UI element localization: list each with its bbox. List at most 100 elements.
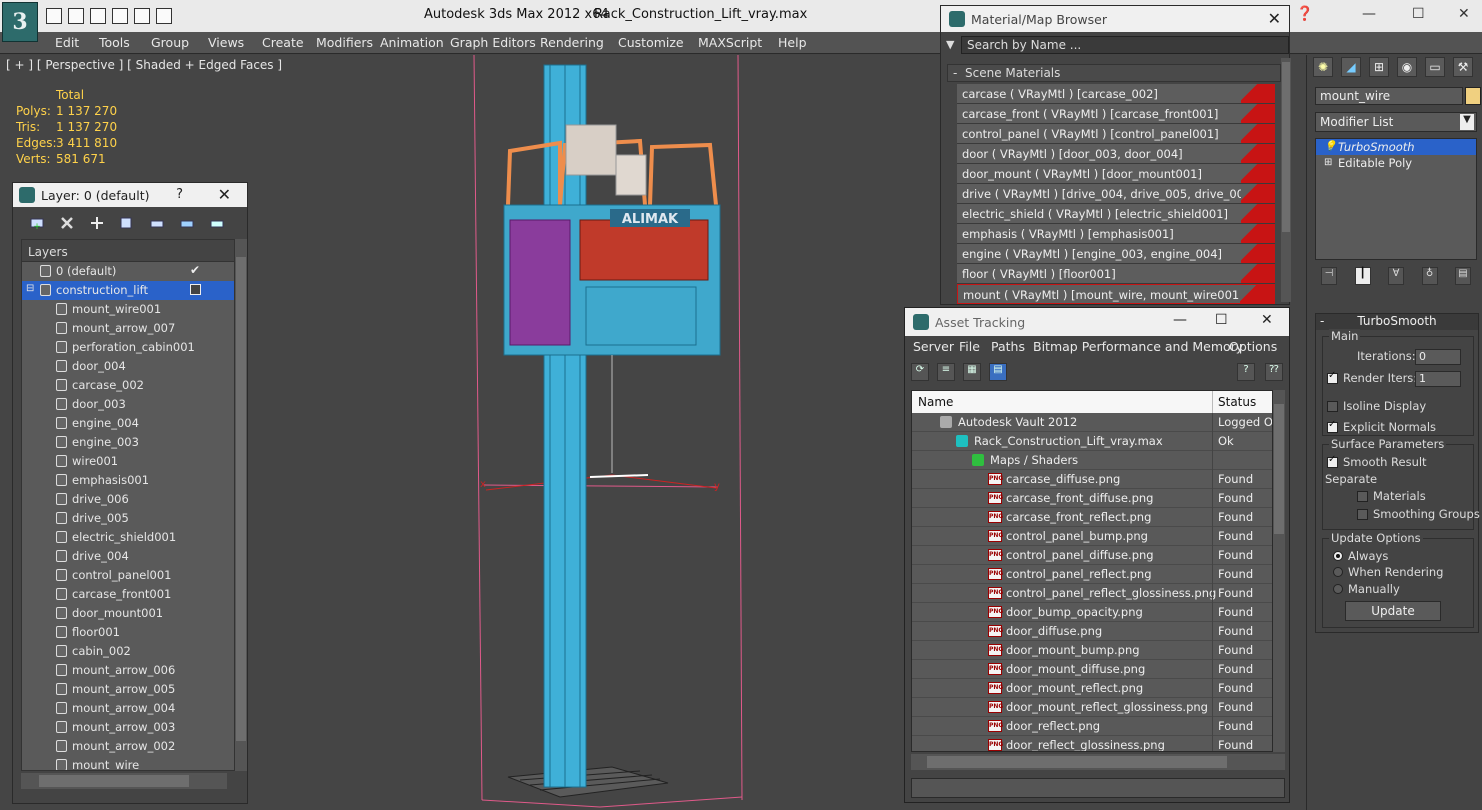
help-icon[interactable]: ❓	[1296, 6, 1313, 22]
redo-icon[interactable]	[134, 8, 150, 24]
column-header-name[interactable]: Name	[918, 395, 953, 409]
layer-item[interactable]: 0 (default) ✔	[22, 262, 234, 281]
material-item[interactable]: mount ( VRayMtl ) [mount_wire, mount_wir…	[957, 284, 1275, 304]
asset-row[interactable]: PNG carcase_front_reflect.png Found	[912, 508, 1272, 527]
scrollbar-thumb[interactable]	[236, 257, 246, 741]
show-end-result-icon[interactable]: ┃	[1354, 267, 1371, 285]
checkbox-icon[interactable]	[1327, 454, 1338, 468]
layer-item[interactable]: door_mount001	[22, 604, 234, 623]
layer-item[interactable]: drive_005	[22, 509, 234, 528]
menu-paths[interactable]: Paths	[991, 339, 1025, 354]
scrollbar-thumb[interactable]	[39, 775, 189, 787]
plus-icon[interactable]: ⊞	[1324, 157, 1332, 168]
column-header-status[interactable]: Status	[1218, 395, 1256, 409]
pin-stack-icon[interactable]: ⊣	[1321, 267, 1337, 285]
utilities-tab-icon[interactable]: ⚒	[1453, 57, 1473, 77]
menu-file[interactable]: File	[959, 339, 980, 354]
close-icon[interactable]: ✕	[1458, 6, 1470, 22]
object-name-field[interactable]: mount_wire	[1315, 87, 1463, 105]
thumbnail-view-icon[interactable]: ▦	[963, 363, 981, 381]
material-item[interactable]: door ( VRayMtl ) [door_003, door_004]	[957, 144, 1275, 164]
layer-item[interactable]: mount_arrow_007	[22, 319, 234, 338]
asset-vertical-scrollbar[interactable]	[1273, 390, 1285, 752]
update-button[interactable]: Update	[1345, 601, 1441, 621]
render-iters-spinner[interactable]: 1	[1415, 371, 1461, 387]
menu-animation[interactable]: Animation	[380, 35, 444, 50]
material-vertical-scrollbar[interactable]	[1281, 58, 1291, 302]
asset-horizontal-scrollbar[interactable]	[911, 754, 1285, 770]
asset-row[interactable]: PNG carcase_diffuse.png Found	[912, 470, 1272, 489]
scrollbar-thumb[interactable]	[1274, 404, 1284, 534]
asset-row[interactable]: PNG control_panel_bump.png Found	[912, 527, 1272, 546]
material-item[interactable]: carcase_front ( VRayMtl ) [carcase_front…	[957, 104, 1275, 124]
section-toggle[interactable]: -	[953, 66, 957, 80]
new-scene-icon[interactable]	[46, 8, 62, 24]
layer-item[interactable]: mount_arrow_006	[22, 661, 234, 680]
motion-tab-icon[interactable]: ◉	[1397, 57, 1417, 77]
close-icon[interactable]: ✕	[218, 185, 231, 204]
checkbox-icon[interactable]	[1327, 419, 1338, 433]
delete-layer-icon[interactable]	[59, 215, 75, 231]
asset-row[interactable]: PNG door_reflect.png Found	[912, 717, 1272, 736]
asset-row[interactable]: PNG control_panel_reflect_glossiness.png F…	[912, 584, 1272, 603]
rollout-toggle[interactable]: -	[1320, 314, 1324, 328]
checkbox-icon[interactable]	[1357, 491, 1368, 502]
close-icon[interactable]: ✕	[1261, 312, 1273, 328]
update-manually-radio[interactable]: Manually	[1333, 582, 1400, 596]
checkbox-icon[interactable]	[1327, 370, 1338, 384]
layer-item[interactable]: door_004	[22, 357, 234, 376]
table-view-icon[interactable]: ▤	[989, 363, 1007, 381]
material-item[interactable]: engine ( VRayMtl ) [engine_003, engine_0…	[957, 244, 1275, 264]
isoline-display-checkbox[interactable]: Isoline Display	[1327, 399, 1426, 413]
menu-bitmap-performance[interactable]: Bitmap Performance and Memory	[1033, 339, 1243, 354]
material-item[interactable]: carcase ( VRayMtl ) [carcase_002]	[957, 84, 1275, 104]
checkbox-icon[interactable]	[1327, 401, 1338, 412]
app-logo-button[interactable]: 3	[2, 2, 38, 42]
layer-item[interactable]: carcase_front001	[22, 585, 234, 604]
asset-row[interactable]: PNG carcase_front_diffuse.png Found	[912, 489, 1272, 508]
asset-table[interactable]: Name Status Autodesk Vault 2012 Logged O R…	[911, 390, 1273, 752]
update-when-rendering-radio[interactable]: When Rendering	[1333, 565, 1443, 579]
separate-smoothing-groups-checkbox[interactable]: Smoothing Groups	[1357, 507, 1480, 521]
menu-options[interactable]: Options	[1229, 339, 1277, 354]
layer-item[interactable]: control_panel001	[22, 566, 234, 585]
layer-item[interactable]: door_003	[22, 395, 234, 414]
layer-horizontal-scrollbar[interactable]	[21, 773, 227, 789]
asset-row[interactable]: Rack_Construction_Lift_vray.max Ok	[912, 432, 1272, 451]
layers-column-header[interactable]: Layers	[22, 240, 234, 262]
menu-modifiers[interactable]: Modifiers	[316, 35, 373, 50]
create-layer-icon[interactable]: +	[29, 215, 45, 232]
layer-item[interactable]: floor001	[22, 623, 234, 642]
layer-item[interactable]: mount_arrow_005	[22, 680, 234, 699]
asset-row[interactable]: PNG door_bump_opacity.png Found	[912, 603, 1272, 622]
layer-item[interactable]: drive_006	[22, 490, 234, 509]
modifier-stack[interactable]: 💡 TurboSmooth ⊞ Editable Poly	[1315, 138, 1477, 260]
help-icon[interactable]: ?	[1237, 363, 1255, 381]
checkbox-icon[interactable]	[1357, 509, 1368, 520]
asset-row[interactable]: PNG door_diffuse.png Found	[912, 622, 1272, 641]
maximize-icon[interactable]: ☐	[1412, 6, 1425, 22]
menu-views[interactable]: Views	[208, 35, 244, 50]
hierarchy-tab-icon[interactable]: ⊞	[1369, 57, 1389, 77]
turbosmooth-rollout-header[interactable]: - TurboSmooth	[1316, 314, 1478, 330]
scrollbar-thumb[interactable]	[927, 756, 1227, 768]
layer-item[interactable]: wire001	[22, 452, 234, 471]
radio-icon[interactable]	[1333, 584, 1343, 594]
layer-item[interactable]: mount_wire	[22, 756, 234, 770]
radio-icon[interactable]	[1333, 551, 1343, 561]
hide-layers-icon[interactable]	[179, 215, 195, 231]
layer-item[interactable]: perforation_cabin001	[22, 338, 234, 357]
project-folder-icon[interactable]	[156, 8, 172, 24]
layer-item[interactable]: drive_004	[22, 547, 234, 566]
render-iters-checkbox[interactable]: Render Iters:	[1327, 370, 1417, 385]
material-item[interactable]: control_panel ( VRayMtl ) [control_panel…	[957, 124, 1275, 144]
add-to-layer-icon[interactable]	[89, 215, 105, 231]
open-file-icon[interactable]	[68, 8, 84, 24]
scrollbar-thumb[interactable]	[1282, 62, 1290, 232]
maximize-icon[interactable]: ☐	[1215, 312, 1228, 328]
modify-tab-icon[interactable]: ◢	[1341, 57, 1361, 77]
update-always-radio[interactable]: Always	[1333, 549, 1388, 563]
highlight-layer-icon[interactable]	[149, 215, 165, 231]
menu-tools[interactable]: Tools	[99, 35, 130, 50]
help-button[interactable]: ?	[176, 187, 183, 202]
